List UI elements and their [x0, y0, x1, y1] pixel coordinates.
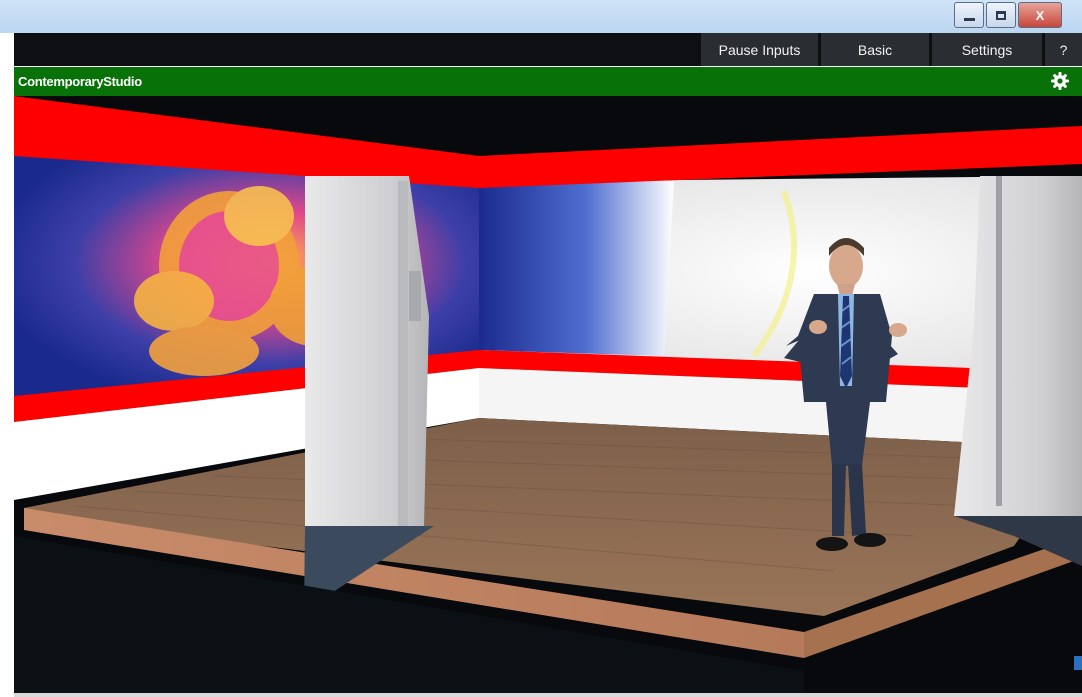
restore-button[interactable]: [986, 2, 1016, 28]
scene-title: ContemporaryStudio: [18, 74, 142, 89]
window-titlebar: X: [0, 0, 1082, 33]
minimize-button[interactable]: [954, 2, 984, 28]
help-button[interactable]: ?: [1044, 33, 1082, 66]
bottom-border: [14, 693, 1082, 697]
close-button[interactable]: X: [1018, 2, 1062, 28]
studio-preview-canvas: [14, 96, 1082, 693]
settings-button[interactable]: Settings: [931, 33, 1042, 66]
minimize-icon: [963, 17, 975, 21]
pause-inputs-button[interactable]: Pause Inputs: [700, 33, 818, 66]
scene-preview[interactable]: [14, 96, 1082, 693]
top-toolbar: Pause Inputs Basic Settings ?: [14, 33, 1082, 66]
basic-mode-button[interactable]: Basic: [820, 33, 929, 66]
gear-icon[interactable]: [1050, 71, 1070, 91]
scene-header: ContemporaryStudio: [14, 67, 1082, 96]
restore-icon: [996, 10, 1006, 20]
